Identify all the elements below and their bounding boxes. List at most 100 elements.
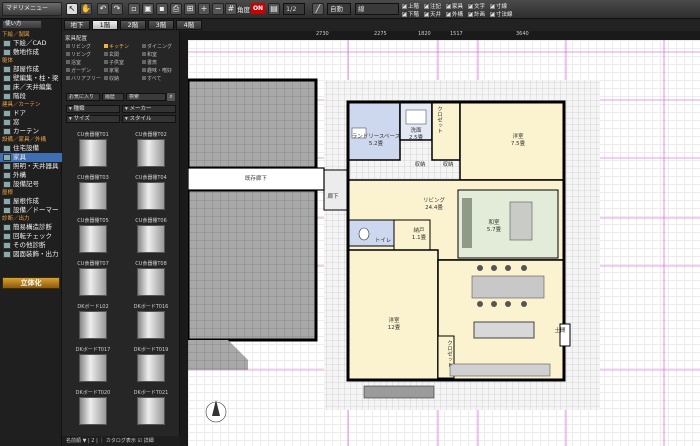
sidebar-item[interactable]: 階段 <box>0 92 62 101</box>
open-icon[interactable]: ▣ <box>142 3 154 15</box>
save-icon[interactable]: ▪ <box>156 3 168 15</box>
catalog-item[interactable]: CU食器棚T02 <box>123 131 179 169</box>
new-file-icon[interactable]: ▫ <box>128 3 140 15</box>
search-field[interactable]: 検索 <box>126 93 166 101</box>
sidebar-item[interactable]: 設備記号 <box>0 180 62 189</box>
check-plan[interactable]: 計画 <box>468 10 485 18</box>
sidebar-item[interactable]: 住宅設備 <box>0 144 62 153</box>
check-upper[interactable]: 上階 <box>402 2 419 10</box>
select-icon[interactable]: ↖ <box>66 3 78 15</box>
angle-on-badge[interactable]: ON <box>251 3 265 14</box>
category-item[interactable]: ガーデン <box>66 67 91 74</box>
category-checkbox[interactable] <box>142 76 146 80</box>
history-button[interactable]: 履歴 <box>102 93 124 101</box>
redo-icon[interactable]: ↷ <box>111 3 123 15</box>
rittaika-button[interactable]: 立体化 <box>2 277 60 289</box>
category-item[interactable]: リビング <box>66 43 91 50</box>
filter-size[interactable]: ▾ サイズ <box>66 115 120 123</box>
sidebar-item[interactable]: 回転チェック <box>0 232 62 241</box>
tab-basement[interactable]: 地下 <box>64 20 90 30</box>
tab-floor-4[interactable]: 4階 <box>176 20 202 30</box>
grid-icon[interactable]: # <box>225 3 237 15</box>
check-dimension[interactable]: 寸法線 <box>490 10 513 18</box>
category-item[interactable]: ダイニング <box>142 43 172 50</box>
check-ceiling[interactable]: 天井 <box>424 10 441 18</box>
category-item[interactable]: 浴室 <box>66 59 81 66</box>
catalog-item[interactable]: CU食器棚T07 <box>65 260 121 298</box>
tab-floor-2[interactable]: 2階 <box>120 20 146 30</box>
sidebar-item[interactable]: その他診断 <box>0 241 62 250</box>
category-item[interactable]: キッチン <box>104 43 129 50</box>
sidebar-item[interactable]: 壁編集・柱・梁 <box>0 74 62 83</box>
category-item[interactable]: 収納 <box>104 75 119 82</box>
category-checkbox[interactable] <box>142 52 146 56</box>
catalog-item[interactable]: DKボードT020 <box>65 389 121 427</box>
check-lower[interactable]: 下階 <box>402 10 419 18</box>
catalog-item[interactable]: DKボードL02 <box>65 303 121 341</box>
check-note[interactable]: 注記 <box>424 2 441 10</box>
plan-canvas[interactable]: ランドリースペース 5.2畳 洗面 2.5畳 クロゼット 洋室 7.5畳 収納 … <box>188 40 700 446</box>
check-text[interactable]: 文字 <box>468 2 485 10</box>
filter-type[interactable]: ▾ 種類 <box>66 105 120 113</box>
category-item[interactable]: 玄関 <box>104 51 119 58</box>
sidebar-item[interactable]: 窓 <box>0 118 62 127</box>
category-item[interactable]: 家電 <box>104 67 119 74</box>
category-item[interactable]: バリアフリー <box>66 75 101 82</box>
sidebar-item[interactable]: 床／天井編集 <box>0 83 62 92</box>
category-item[interactable]: 子供室 <box>104 59 124 66</box>
sidebar-item[interactable]: 設備／ドーマー <box>0 206 62 215</box>
filter-maker[interactable]: ▾ メーカー <box>122 105 176 113</box>
catalog-item[interactable]: DKボードT017 <box>65 346 121 384</box>
line-select[interactable]: 線 <box>355 3 399 15</box>
catalog-item[interactable]: CU食器棚T04 <box>123 174 179 212</box>
sidebar-item[interactable]: 照明・天井器具 <box>0 162 62 171</box>
category-checkbox[interactable] <box>104 60 108 64</box>
catalog-item[interactable]: CU食器棚T06 <box>123 217 179 255</box>
catalog-item[interactable]: DKボードT019 <box>123 346 179 384</box>
category-checkbox[interactable] <box>66 76 70 80</box>
category-item[interactable]: すべて <box>142 75 161 82</box>
catalog-item[interactable]: CU食器棚T01 <box>65 131 121 169</box>
favorites-button[interactable]: お気に入り <box>66 93 100 101</box>
sidebar-item[interactable]: 部屋作成 <box>0 65 62 74</box>
sidebar-item[interactable]: 家具 <box>0 153 62 162</box>
category-item[interactable]: リビング <box>66 51 91 58</box>
category-checkbox[interactable] <box>104 44 108 48</box>
auto-select[interactable]: 自動 <box>327 3 351 15</box>
catalog-item[interactable]: CU食器棚T05 <box>65 217 121 255</box>
check-dimline[interactable]: 寸線 <box>490 2 507 10</box>
zoom-out-icon[interactable]: − <box>212 3 224 15</box>
print-icon[interactable]: ⎙ <box>170 3 182 15</box>
category-item[interactable]: 和室 <box>142 51 157 58</box>
zoom-in-icon[interactable]: + <box>198 3 210 15</box>
category-checkbox[interactable] <box>104 68 108 72</box>
check-furniture[interactable]: 家具 <box>446 2 463 10</box>
category-item[interactable]: 書斎 <box>142 59 157 66</box>
menu-button[interactable]: マドリメニュー <box>2 2 62 16</box>
sidebar-item[interactable]: 図面装飾・出力 <box>0 250 62 259</box>
category-checkbox[interactable] <box>66 60 70 64</box>
search-icon[interactable]: ⌕ <box>166 92 176 102</box>
category-checkbox[interactable] <box>142 68 146 72</box>
catalog-item[interactable]: DKボードT021 <box>123 389 179 427</box>
sidebar-item[interactable]: 下絵／CAD <box>0 39 62 48</box>
catalog-item[interactable]: CU食器棚T08 <box>123 260 179 298</box>
pan-icon[interactable]: ✋ <box>80 3 92 15</box>
layer-icon[interactable]: ▤ <box>268 3 280 15</box>
filter-style[interactable]: ▾ スタイル <box>122 115 176 123</box>
sidebar-item[interactable]: カーテン <box>0 127 62 136</box>
sidebar-item[interactable]: 屋根作成 <box>0 197 62 206</box>
catalog-item[interactable]: CU食器棚T03 <box>65 174 121 212</box>
sidebar-item[interactable]: 外構 <box>0 171 62 180</box>
tab-floor-3[interactable]: 3階 <box>148 20 174 30</box>
sidebar-item[interactable]: 簡易構造診断 <box>0 223 62 232</box>
scale-select[interactable]: 1/2 <box>283 3 305 15</box>
category-checkbox[interactable] <box>142 60 146 64</box>
category-checkbox[interactable] <box>142 44 146 48</box>
category-checkbox[interactable] <box>66 44 70 48</box>
category-item[interactable]: 趣味・嗜好 <box>142 67 172 74</box>
catalog-item[interactable]: DKボードT016 <box>123 303 179 341</box>
category-checkbox[interactable] <box>104 52 108 56</box>
tab-floor-1[interactable]: 1階 <box>92 20 118 30</box>
sidebar-item[interactable]: ドア <box>0 109 62 118</box>
